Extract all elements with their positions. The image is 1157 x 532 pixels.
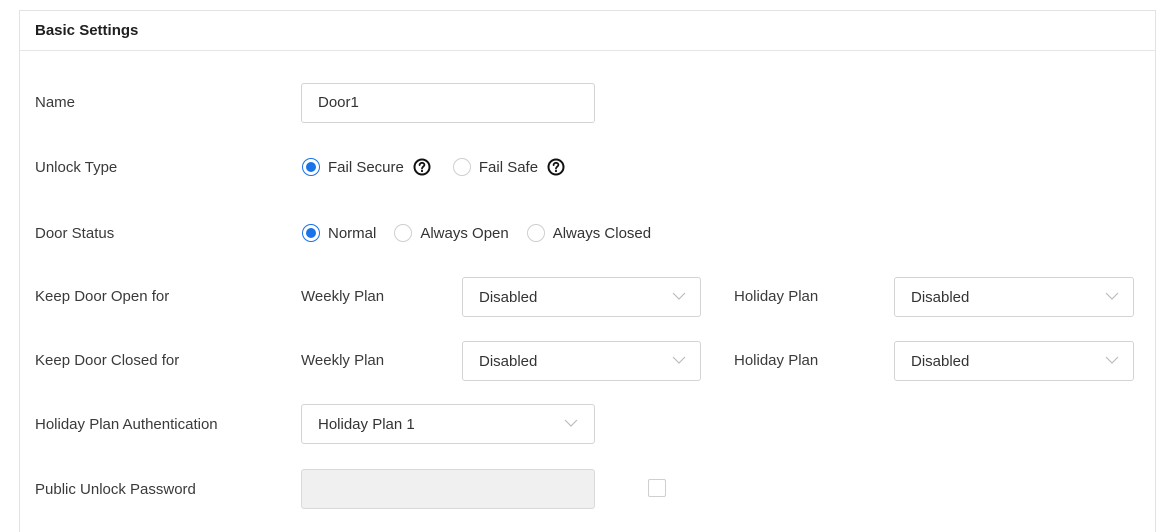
- name-input[interactable]: Door1: [301, 83, 595, 123]
- holiday-auth-select[interactable]: Holiday Plan 1: [301, 404, 595, 444]
- unlock-type-radio-group: Fail Secure Fail Safe: [302, 158, 565, 176]
- select-value: Holiday Plan 1: [318, 416, 415, 433]
- panel-header: Basic Settings: [20, 11, 1155, 51]
- keep-open-holiday-select[interactable]: Disabled: [894, 277, 1134, 317]
- keep-closed-holiday-label: Holiday Plan: [734, 352, 819, 369]
- keep-open-weekly-label: Weekly Plan: [301, 288, 385, 305]
- chevron-down-icon: [672, 292, 686, 300]
- keep-open-label: Keep Door Open for: [35, 288, 170, 305]
- radio-fail-secure-label: Fail Secure: [328, 158, 404, 176]
- help-icon[interactable]: [413, 158, 431, 176]
- chevron-down-icon: [1105, 292, 1119, 300]
- keep-closed-label: Keep Door Closed for: [35, 352, 180, 369]
- radio-fail-secure[interactable]: [302, 158, 320, 176]
- radio-normal-label: Normal: [328, 224, 377, 242]
- public-password-enable-checkbox[interactable]: [648, 479, 666, 497]
- radio-always-open-label: Always Open: [420, 224, 509, 242]
- radio-normal[interactable]: [302, 224, 320, 242]
- radio-always-closed-label: Always Closed: [552, 224, 652, 242]
- keep-closed-weekly-select[interactable]: Disabled: [462, 341, 701, 381]
- keep-closed-holiday-select[interactable]: Disabled: [894, 341, 1134, 381]
- keep-open-holiday-label: Holiday Plan: [734, 288, 819, 305]
- holiday-auth-label: Holiday Plan Authentication: [35, 416, 218, 433]
- keep-closed-weekly-label: Weekly Plan: [301, 352, 385, 369]
- help-icon[interactable]: [547, 158, 565, 176]
- public-password-input: [301, 469, 595, 509]
- chevron-down-icon: [672, 356, 686, 364]
- select-value: Disabled: [911, 353, 970, 370]
- door-status-label: Door Status: [35, 225, 115, 242]
- chevron-down-icon: [564, 419, 578, 427]
- section-title: Basic Settings: [35, 22, 139, 39]
- radio-fail-safe-label: Fail Safe: [478, 158, 539, 176]
- unlock-type-label: Unlock Type: [35, 159, 118, 176]
- radio-always-open[interactable]: [394, 224, 413, 242]
- door-status-radio-group: Normal Always Open Always Closed: [302, 224, 651, 242]
- radio-always-closed[interactable]: [526, 224, 545, 242]
- chevron-down-icon: [1105, 356, 1119, 364]
- public-password-label: Public Unlock Password: [35, 481, 196, 498]
- select-value: Disabled: [479, 353, 538, 370]
- select-value: Disabled: [911, 289, 970, 306]
- select-value: Disabled: [479, 289, 538, 306]
- name-label: Name: [35, 94, 76, 111]
- radio-fail-safe[interactable]: [452, 158, 471, 176]
- keep-open-weekly-select[interactable]: Disabled: [462, 277, 701, 317]
